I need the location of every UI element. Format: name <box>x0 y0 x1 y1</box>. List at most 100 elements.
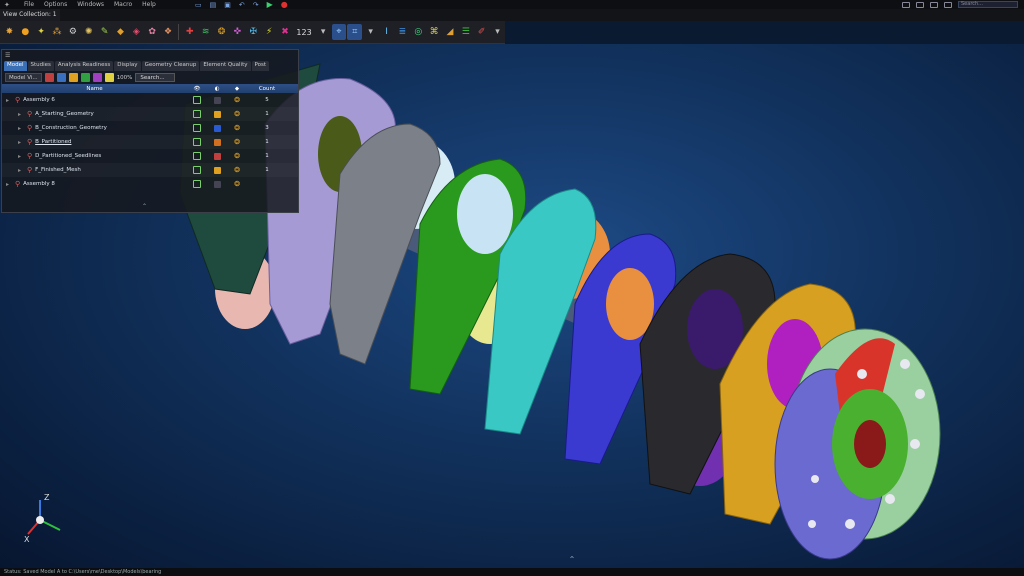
tree-icon[interactable] <box>68 73 78 82</box>
panel-search-input[interactable]: Search... <box>135 73 176 82</box>
filter-icon[interactable] <box>44 73 54 82</box>
visibility-toggle[interactable] <box>187 166 207 174</box>
target-icon[interactable]: ◎ <box>411 24 426 40</box>
plane-icon[interactable]: ◢ <box>443 24 458 40</box>
material-cell[interactable]: ❂ <box>227 180 247 188</box>
load-icon[interactable]: ⚡ <box>262 24 277 40</box>
stack-icon[interactable]: ☰ <box>458 24 473 40</box>
collapse-icon[interactable] <box>92 73 102 82</box>
node-icon[interactable]: ⁂ <box>50 24 65 40</box>
connector-icon[interactable]: ✚ <box>182 24 197 40</box>
color-cell[interactable] <box>207 96 227 104</box>
tree-row[interactable]: ▸ ⚲ B_Partitioned ❂ 1 <box>2 135 298 149</box>
measure-icon[interactable]: ⌖ <box>331 24 347 40</box>
rigid-icon[interactable]: ✠ <box>246 24 261 40</box>
gear-icon[interactable]: ❂ <box>214 24 229 40</box>
open-file-icon[interactable]: ▤ <box>210 1 217 9</box>
edge-icon[interactable]: ✺ <box>81 24 96 40</box>
select-icon[interactable]: ⌗ <box>347 24 363 40</box>
material-cell[interactable]: ❂ <box>227 124 247 132</box>
joint-icon[interactable]: ✜ <box>230 24 245 40</box>
color-cell[interactable] <box>207 180 227 188</box>
color-cell[interactable] <box>207 138 227 146</box>
tree-row[interactable]: ▸ ⚲ Assembly 8 ❂ <box>2 177 298 191</box>
color-cell[interactable] <box>207 166 227 174</box>
spring-icon[interactable]: ≋ <box>198 24 213 40</box>
new-file-icon[interactable]: ▭ <box>195 1 202 9</box>
column-count[interactable]: Count <box>247 86 287 92</box>
solid-icon[interactable]: ◈ <box>129 24 144 40</box>
grid-icon[interactable] <box>930 1 938 8</box>
tree-row[interactable]: ▸ ⚲ Assembly 6 ❂ 5 <box>2 93 298 107</box>
viewport-handle[interactable]: ⌃ <box>562 555 582 565</box>
view-collection-label[interactable]: View Collection: 1 <box>0 9 60 21</box>
tab-geometry-cleanup[interactable]: Geometry Cleanup <box>141 61 200 71</box>
panel-resize-grip[interactable]: ⌃ <box>142 203 154 210</box>
expand-arrow-icon[interactable]: ▸ <box>18 167 24 174</box>
tab-element-quality[interactable]: Element Quality <box>200 61 251 71</box>
run-icon[interactable]: ▶ <box>267 0 273 9</box>
tab-post[interactable]: Post <box>251 61 270 71</box>
tree-row[interactable]: ▸ ⚲ D_Partitioned_Seedlines ❂ 1 <box>2 149 298 163</box>
tree-row[interactable]: ▸ ⚲ F_Finished_Mesh ❂ 1 <box>2 163 298 177</box>
material-cell[interactable]: ❂ <box>227 166 247 174</box>
redo-icon[interactable]: ↷ <box>253 1 259 9</box>
menu-windows[interactable]: Windows <box>77 1 104 8</box>
mesh-icon[interactable]: ⚙ <box>65 24 80 40</box>
save-icon[interactable]: ▣ <box>224 1 231 9</box>
tag-icon[interactable] <box>104 73 114 82</box>
material-cell[interactable]: ❂ <box>227 152 247 160</box>
color-cell[interactable] <box>207 152 227 160</box>
constraint-icon[interactable]: ✖ <box>278 24 293 40</box>
menu-macro[interactable]: Macro <box>114 1 132 8</box>
expand-arrow-icon[interactable]: ▸ <box>6 181 12 188</box>
expand-arrow-icon[interactable]: ▸ <box>18 139 24 146</box>
global-search-input[interactable]: Search... <box>958 1 1018 8</box>
material-cell[interactable]: ❂ <box>227 138 247 146</box>
record-icon[interactable]: ● <box>281 0 288 9</box>
tab-display[interactable]: Display <box>114 61 141 71</box>
axis-icon[interactable]: ⌘ <box>427 24 442 40</box>
screen-icon[interactable] <box>916 1 924 8</box>
column-material-icon[interactable]: ◆ <box>227 86 247 92</box>
panel-menu-icon[interactable]: ☰ <box>5 52 10 59</box>
pin-icon[interactable] <box>944 1 952 8</box>
visibility-toggle[interactable] <box>187 180 207 188</box>
zoom-level[interactable]: 100% <box>117 75 133 81</box>
undo-icon[interactable]: ↶ <box>239 1 245 9</box>
expand-arrow-icon[interactable]: ▸ <box>18 111 24 118</box>
expand-icon[interactable] <box>80 73 90 82</box>
sphere-icon[interactable]: ● <box>18 24 33 40</box>
visibility-toggle[interactable] <box>187 96 207 104</box>
column-color-icon[interactable]: ◐ <box>207 86 227 92</box>
material-cell[interactable]: ❂ <box>227 110 247 118</box>
numbering-label[interactable]: 123 <box>293 28 314 37</box>
menu-help[interactable]: Help <box>142 1 156 8</box>
tab-model[interactable]: Model <box>4 61 27 71</box>
list-icon[interactable] <box>56 73 66 82</box>
expand-arrow-icon[interactable]: ▸ <box>18 125 24 132</box>
layout-icon[interactable] <box>902 1 910 8</box>
tab-studies[interactable]: Studies <box>27 61 54 71</box>
material-cell[interactable]: ❂ <box>227 96 247 104</box>
expand-arrow-icon[interactable]: ▸ <box>18 153 24 160</box>
color-cell[interactable] <box>207 110 227 118</box>
visibility-toggle[interactable] <box>187 138 207 146</box>
surface-icon[interactable]: ◆ <box>113 24 128 40</box>
more-icon[interactable]: ▾ <box>363 24 378 40</box>
visibility-toggle[interactable] <box>187 110 207 118</box>
split-icon[interactable]: ❖ <box>161 24 176 40</box>
menu-file[interactable]: File <box>24 1 34 8</box>
tree-row[interactable]: ▸ ⚲ A_Starting_Geometry ❂ 1 <box>2 107 298 121</box>
column-visibility-icon[interactable]: 👁 <box>187 86 207 92</box>
color-cell[interactable] <box>207 124 227 132</box>
expand-arrow-icon[interactable]: ▸ <box>6 97 12 104</box>
tab-analysis-readiness[interactable]: Analysis Readiness <box>54 61 114 71</box>
model-view-dropdown[interactable]: Model Vi... <box>5 73 42 82</box>
geometry-icon[interactable]: ✸ <box>2 24 17 40</box>
dropdown-icon[interactable]: ▾ <box>316 24 331 40</box>
tree-row[interactable]: ▸ ⚲ B_Construction_Geometry ❂ 3 <box>2 121 298 135</box>
visibility-toggle[interactable] <box>187 152 207 160</box>
point-icon[interactable]: ✦ <box>34 24 49 40</box>
feature-icon[interactable]: ✿ <box>145 24 160 40</box>
